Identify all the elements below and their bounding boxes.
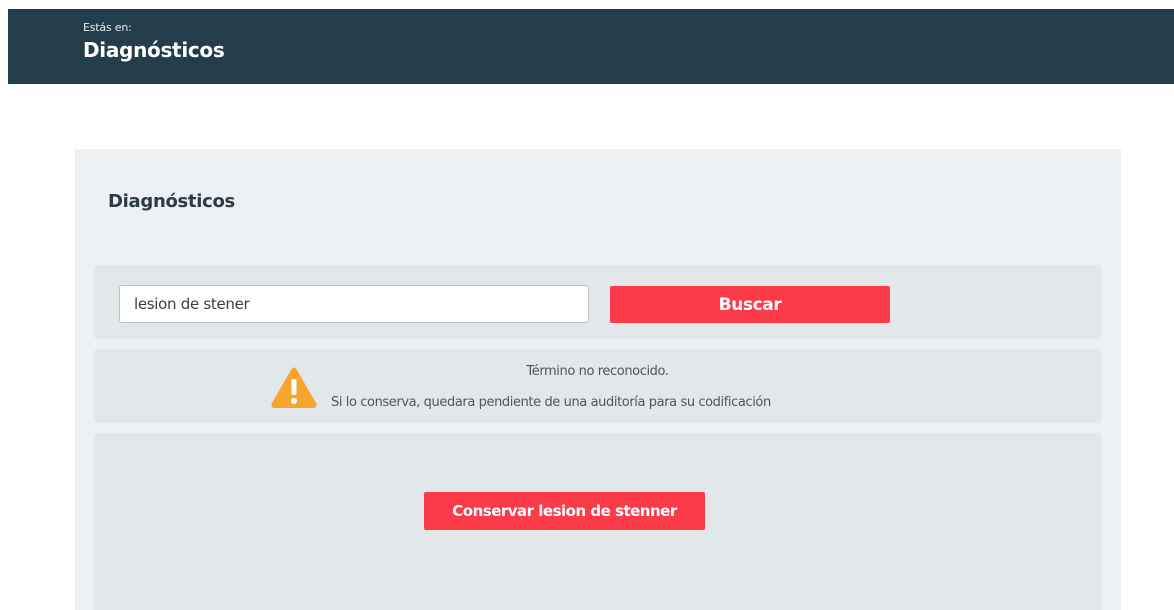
diagnostics-panel: Diagnósticos Buscar Término no reconocid… [75,149,1121,610]
breadcrumb-label: Estás en: [83,21,132,34]
top-header-bar: Estás en: Diagnósticos [8,9,1174,84]
breadcrumb-current-page: Diagnósticos [83,38,225,62]
keep-term-button[interactable]: Conservar lesion de stenner [424,492,705,530]
diagnosis-search-input[interactable] [119,285,589,323]
warning-message-card: Término no reconocido. Si lo conserva, q… [94,349,1101,423]
action-card: Conservar lesion de stenner [94,433,1101,610]
warning-description: Si lo conserva, quedara pendiente de una… [331,395,771,410]
page-title: Diagnósticos [108,191,235,212]
search-button[interactable]: Buscar [610,286,890,323]
search-card: Buscar [94,265,1101,339]
warning-title: Término no reconocido. [526,364,669,379]
